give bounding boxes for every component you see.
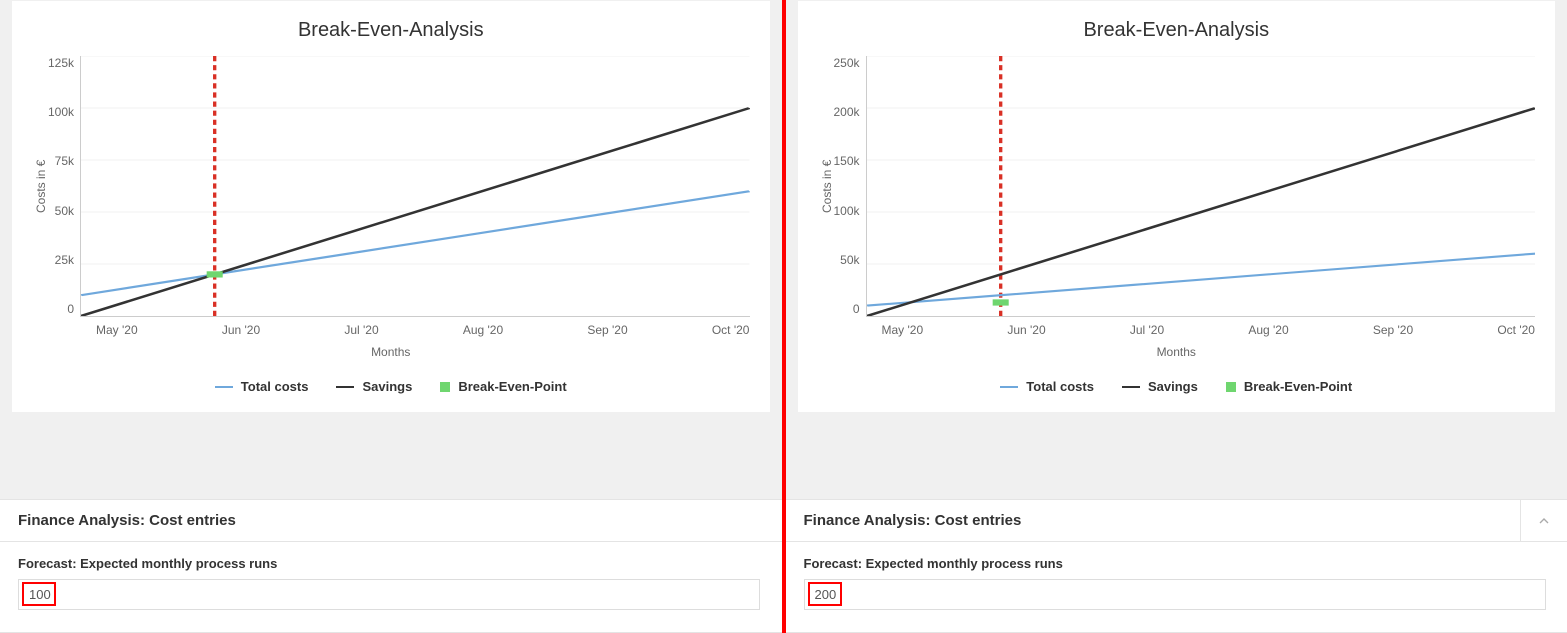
legend-swatch — [215, 386, 233, 388]
right-pane: Break-Even-Analysis Costs in € 250k 200k… — [786, 0, 1567, 633]
legend-swatch — [440, 382, 450, 392]
legend-total-costs[interactable]: Total costs — [1000, 379, 1094, 394]
legend-swatch — [1000, 386, 1018, 388]
section-header-cost-entries[interactable]: Finance Analysis: Cost entries — [786, 499, 1567, 542]
y-axis-ticks: 125k 100k 75k 50k 25k 0 — [48, 56, 80, 316]
legend-savings[interactable]: Savings — [336, 379, 412, 394]
x-axis-ticks: May '20 Jun '20 Jul '20 Aug '20 Sep '20 … — [96, 323, 750, 337]
legend-swatch — [1226, 382, 1236, 392]
highlight-box — [18, 579, 760, 610]
section-title: Finance Analysis: Cost entries — [18, 512, 236, 529]
y-tick: 0 — [67, 302, 74, 316]
legend-swatch — [336, 386, 354, 388]
x-tick: May '20 — [882, 323, 924, 337]
x-tick: Oct '20 — [712, 323, 750, 337]
legend-total-costs[interactable]: Total costs — [215, 379, 309, 394]
x-tick: Jun '20 — [1007, 323, 1045, 337]
y-axis-ticks: 250k 200k 150k 100k 50k 0 — [834, 56, 866, 316]
x-axis-label: Months — [32, 345, 750, 359]
x-axis-ticks: May '20 Jun '20 Jul '20 Aug '20 Sep '20 … — [882, 323, 1536, 337]
y-tick: 100k — [48, 105, 74, 119]
chart-card-right: Break-Even-Analysis Costs in € 250k 200k… — [798, 1, 1556, 412]
x-tick: May '20 — [96, 323, 138, 337]
highlight-box — [804, 579, 1546, 610]
forecast-block: Forecast: Expected monthly process runs — [0, 542, 782, 633]
chevron-up-icon[interactable] — [1520, 500, 1567, 541]
chart-card-left: Break-Even-Analysis Costs in € 125k 100k… — [12, 1, 770, 412]
chart-title: Break-Even-Analysis — [818, 19, 1536, 42]
forecast-input[interactable] — [804, 579, 1546, 610]
y-tick: 75k — [55, 154, 74, 168]
y-tick: 200k — [834, 105, 860, 119]
forecast-input[interactable] — [18, 579, 760, 610]
chart-legend: Total costs Savings Break-Even-Point — [818, 379, 1536, 394]
chart-title: Break-Even-Analysis — [32, 19, 750, 42]
x-tick: Sep '20 — [1373, 323, 1413, 337]
legend-break-even[interactable]: Break-Even-Point — [1226, 379, 1352, 394]
x-tick: Sep '20 — [587, 323, 627, 337]
x-tick: Oct '20 — [1497, 323, 1535, 337]
legend-swatch — [1122, 386, 1140, 388]
plot-area[interactable] — [866, 56, 1535, 317]
x-tick: Jun '20 — [222, 323, 260, 337]
y-axis-label: Costs in € — [32, 56, 48, 317]
left-pane: Break-Even-Analysis Costs in € 125k 100k… — [0, 0, 782, 633]
y-tick: 0 — [853, 302, 860, 316]
y-tick: 100k — [834, 204, 860, 218]
x-tick: Jul '20 — [344, 323, 378, 337]
y-tick: 250k — [834, 56, 860, 70]
section-title: Finance Analysis: Cost entries — [804, 512, 1022, 529]
y-tick: 125k — [48, 56, 74, 70]
forecast-label: Forecast: Expected monthly process runs — [804, 556, 1550, 571]
legend-savings[interactable]: Savings — [1122, 379, 1198, 394]
y-tick: 25k — [55, 253, 74, 267]
x-tick: Jul '20 — [1130, 323, 1164, 337]
y-tick: 150k — [834, 154, 860, 168]
legend-break-even[interactable]: Break-Even-Point — [440, 379, 566, 394]
y-axis-label: Costs in € — [818, 56, 834, 317]
x-tick: Aug '20 — [463, 323, 503, 337]
plot-area[interactable] — [80, 56, 749, 317]
forecast-label: Forecast: Expected monthly process runs — [18, 556, 764, 571]
x-axis-label: Months — [818, 345, 1536, 359]
forecast-block: Forecast: Expected monthly process runs — [786, 542, 1567, 633]
x-tick: Aug '20 — [1248, 323, 1288, 337]
section-header-cost-entries[interactable]: Finance Analysis: Cost entries — [0, 499, 782, 542]
y-tick: 50k — [55, 204, 74, 218]
chart-legend: Total costs Savings Break-Even-Point — [32, 379, 750, 394]
y-tick: 50k — [840, 253, 859, 267]
